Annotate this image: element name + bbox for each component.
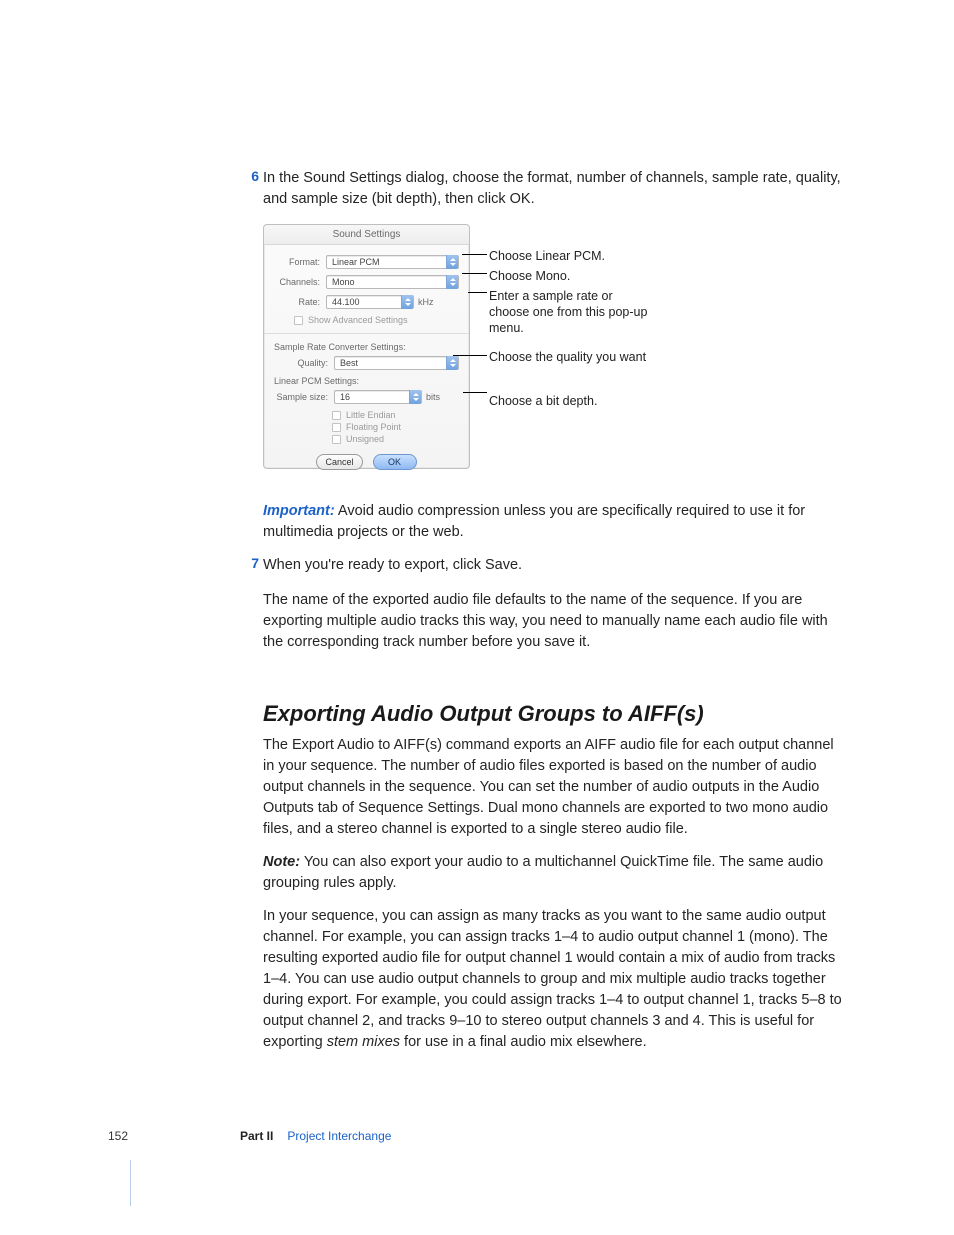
popup-arrows-icon xyxy=(446,255,458,269)
checkbox-icon[interactable] xyxy=(332,411,341,420)
little-endian-row[interactable]: Little Endian xyxy=(332,410,459,420)
popup-arrows-icon xyxy=(446,275,458,289)
footer-chapter: Project Interchange xyxy=(287,1129,391,1143)
important-paragraph: Important: Avoid audio compression unles… xyxy=(263,501,843,543)
body-text: In your sequence, you can assign as many… xyxy=(263,908,842,1050)
format-row: Format: Linear PCM xyxy=(274,255,459,269)
section-heading: Exporting Audio Output Groups to AIFF(s) xyxy=(263,701,843,727)
popup-arrows-icon xyxy=(409,390,421,404)
checkbox-icon[interactable] xyxy=(294,316,303,325)
show-advanced-row[interactable]: Show Advanced Settings xyxy=(294,315,459,325)
popup-arrows-icon xyxy=(446,356,458,370)
leader-line xyxy=(463,392,487,393)
leader-line xyxy=(462,254,487,255)
unsigned-label: Unsigned xyxy=(346,434,384,444)
note-label: Note: xyxy=(263,854,300,870)
note-text: You can also export your audio to a mult… xyxy=(263,854,823,891)
quality-value: Best xyxy=(340,358,358,368)
ok-button[interactable]: OK xyxy=(373,454,417,470)
rate-label: Rate: xyxy=(274,297,326,307)
dialog-title: Sound Settings xyxy=(264,225,469,245)
step-text: In the Sound Settings dialog, choose the… xyxy=(263,168,843,210)
quality-label: Quality: xyxy=(274,358,334,368)
post-step-paragraph: The name of the exported audio file defa… xyxy=(263,590,843,653)
callout-format: Choose Linear PCM. xyxy=(489,248,605,264)
floating-point-label: Floating Point xyxy=(346,422,401,432)
callout-rate: Enter a sample rate or choose one from t… xyxy=(489,288,649,336)
footer-rule xyxy=(130,1160,131,1206)
page-number: 152 xyxy=(108,1129,156,1143)
show-advanced-label: Show Advanced Settings xyxy=(308,315,408,325)
checkbox-icon[interactable] xyxy=(332,423,341,432)
page-footer: 152 Part II Project Interchange xyxy=(108,1129,894,1143)
srcs-section-label: Sample Rate Converter Settings: xyxy=(274,342,459,352)
sound-settings-figure: Sound Settings Format: Linear PCM Channe… xyxy=(263,224,843,479)
little-endian-label: Little Endian xyxy=(346,410,396,420)
sample-size-value: 16 xyxy=(340,392,350,402)
leader-line xyxy=(462,273,487,274)
stem-mixes-em: stem mixes xyxy=(327,1034,400,1050)
popup-arrows-icon xyxy=(401,295,413,309)
callout-quality: Choose the quality you want xyxy=(489,349,646,365)
divider xyxy=(264,333,469,334)
channels-label: Channels: xyxy=(274,277,326,287)
rate-row: Rate: 44.100 kHz xyxy=(274,295,459,309)
sample-size-label: Sample size: xyxy=(274,392,334,402)
rate-combo[interactable]: 44.100 xyxy=(326,295,414,309)
channels-popup[interactable]: Mono xyxy=(326,275,459,289)
sound-settings-dialog: Sound Settings Format: Linear PCM Channe… xyxy=(263,224,470,469)
important-label: Important: xyxy=(263,503,335,519)
callout-channels: Choose Mono. xyxy=(489,268,570,284)
quality-popup[interactable]: Best xyxy=(334,356,459,370)
step-6: 6 In the Sound Settings dialog, choose t… xyxy=(263,168,843,210)
rate-unit: kHz xyxy=(418,297,434,307)
format-label: Format: xyxy=(274,257,326,267)
sample-size-row: Sample size: 16 bits xyxy=(274,390,459,404)
body-paragraph: The Export Audio to AIFF(s) command expo… xyxy=(263,735,843,840)
sample-size-popup[interactable]: 16 xyxy=(334,390,422,404)
rate-value: 44.100 xyxy=(332,297,360,307)
unsigned-row[interactable]: Unsigned xyxy=(332,434,459,444)
note-paragraph: Note: You can also export your audio to … xyxy=(263,852,843,894)
floating-point-row[interactable]: Floating Point xyxy=(332,422,459,432)
checkbox-icon[interactable] xyxy=(332,435,341,444)
leader-line xyxy=(453,355,487,356)
format-popup[interactable]: Linear PCM xyxy=(326,255,459,269)
channels-value: Mono xyxy=(332,277,355,287)
sample-size-unit: bits xyxy=(426,392,440,402)
format-value: Linear PCM xyxy=(332,257,380,267)
step-number: 7 xyxy=(245,555,259,571)
leader-line xyxy=(468,292,487,293)
quality-row: Quality: Best xyxy=(274,356,459,370)
step-number: 6 xyxy=(245,168,259,184)
content-column: 6 In the Sound Settings dialog, choose t… xyxy=(263,168,843,1065)
page: 6 In the Sound Settings dialog, choose t… xyxy=(0,0,954,1235)
step-7: 7 When you're ready to export, click Sav… xyxy=(263,555,843,576)
channels-row: Channels: Mono xyxy=(274,275,459,289)
callout-bit-depth: Choose a bit depth. xyxy=(489,393,597,409)
dialog-button-row: Cancel OK xyxy=(274,454,459,470)
body-paragraph: In your sequence, you can assign as many… xyxy=(263,906,843,1053)
body-text: for use in a final audio mix elsewhere. xyxy=(400,1034,647,1050)
step-text: When you're ready to export, click Save. xyxy=(263,555,843,576)
footer-part: Part II xyxy=(240,1129,273,1143)
dialog-body: Format: Linear PCM Channels: Mono xyxy=(264,245,469,476)
cancel-button[interactable]: Cancel xyxy=(316,454,362,470)
lpcm-section-label: Linear PCM Settings: xyxy=(274,376,459,386)
important-text: Avoid audio compression unless you are s… xyxy=(263,503,805,540)
